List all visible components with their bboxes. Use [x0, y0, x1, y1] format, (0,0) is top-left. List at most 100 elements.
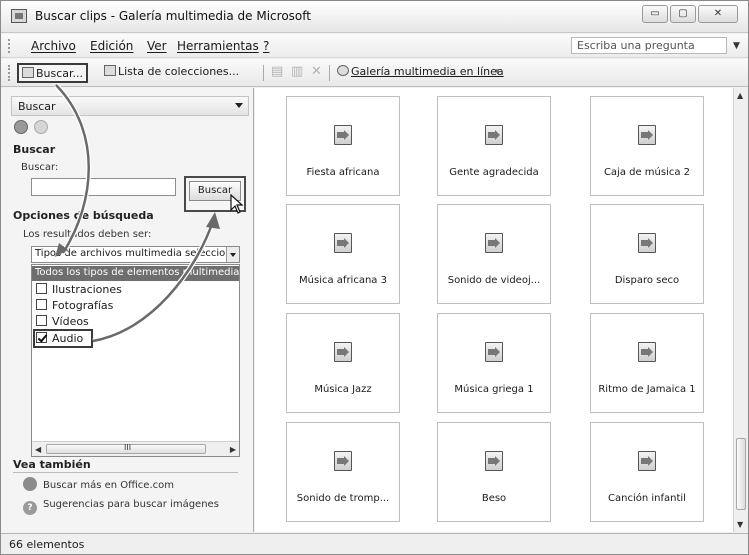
results-select[interactable]: Tipos de archivos multimedia seleccionad…: [31, 246, 240, 263]
sound-clip-icon: [334, 451, 352, 471]
videos-label: Vídeos: [52, 315, 89, 328]
ask-question-input[interactable]: Escriba una pregunta: [571, 37, 727, 54]
section-vea-title: Vea también: [13, 458, 91, 471]
status-text: 66 elementos: [9, 538, 85, 551]
chevron-down-icon[interactable]: [235, 103, 243, 108]
search-input[interactable]: [31, 178, 176, 196]
clip-tile[interactable]: Canción infantil: [590, 422, 704, 522]
buscar-toolbar-label: Buscar...: [36, 67, 84, 80]
toolbar-grip[interactable]: [8, 65, 11, 81]
menu-herramientas[interactable]: Herramientas: [177, 39, 259, 53]
clip-caption: Canción infantil: [608, 493, 686, 504]
menu-archivo[interactable]: Archivo: [31, 39, 76, 53]
sound-clip-icon: [485, 342, 503, 362]
clip-tile[interactable]: Ritmo de Jamaica 1: [590, 313, 704, 413]
clip-tile[interactable]: Disparo seco: [590, 204, 704, 304]
clip-tile[interactable]: Fiesta africana: [286, 96, 400, 196]
checkbox-ilustraciones[interactable]: [36, 283, 47, 294]
scroll-down-icon[interactable]: ▼: [737, 520, 743, 529]
help-icon: ?: [23, 501, 37, 515]
clip-tile[interactable]: Gente agradecida: [437, 96, 551, 196]
status-bar: 66 elementos: [1, 533, 748, 554]
audio-highlight: [33, 329, 93, 348]
buscar-toolbar-button[interactable]: Buscar...: [17, 63, 89, 83]
sound-clip-icon: [638, 233, 656, 253]
close-button[interactable]: ✕: [698, 5, 738, 23]
clip-caption: Música Jazz: [314, 384, 372, 395]
sound-clip-icon: [638, 451, 656, 471]
section-divider: [13, 472, 238, 473]
media-type-list: Todos los tipos de elementos multimedia …: [31, 264, 240, 457]
paste-icon: ▥: [291, 64, 304, 79]
toolbar: Buscar... Lista de colecciones... ▤ ▥ ✕ …: [1, 59, 748, 87]
clip-caption: Música africana 3: [299, 275, 387, 286]
menu-grip[interactable]: [8, 39, 11, 53]
tips-link[interactable]: ? Sugerencias para buscar imágenes: [23, 499, 219, 515]
menu-ver[interactable]: Ver: [147, 39, 167, 53]
results-label: Los resultados deben ser:: [23, 229, 152, 240]
sound-clip-icon: [638, 342, 656, 362]
list-item-videos[interactable]: Vídeos: [36, 315, 89, 328]
sound-clip-icon: [485, 233, 503, 253]
sound-clip-icon: [638, 125, 656, 145]
checkbox-fotografias[interactable]: [36, 299, 47, 310]
clip-tile[interactable]: Música griega 1: [437, 313, 551, 413]
office-link[interactable]: Buscar más en Office.com: [23, 477, 174, 491]
toolbar-separator: [329, 65, 330, 81]
clip-caption: Fiesta africana: [306, 167, 380, 178]
scroll-up-icon[interactable]: ▲: [737, 91, 743, 100]
search-icon: [22, 67, 34, 78]
buscar-field-label: Buscar:: [21, 162, 59, 173]
forward-icon[interactable]: [34, 120, 48, 134]
vertical-scroll-thumb[interactable]: [736, 438, 746, 510]
collections-toolbar-button[interactable]: Lista de colecciones...: [101, 63, 242, 83]
main-window: Buscar clips - Galería multimedia de Mic…: [0, 0, 749, 555]
clip-gallery: Fiesta africana Gente agradecida Caja de…: [255, 88, 748, 532]
clip-tile[interactable]: Música africana 3: [286, 204, 400, 304]
search-task-pane: Buscar Buscar Buscar: Buscar Opciones de…: [1, 88, 254, 532]
sound-clip-icon: [485, 451, 503, 471]
pane-header[interactable]: Buscar: [11, 96, 249, 116]
clip-tile[interactable]: Sonido de videoj...: [437, 204, 551, 304]
scroll-right-icon[interactable]: ▶: [230, 445, 236, 454]
title-bar: Buscar clips - Galería multimedia de Mic…: [1, 1, 748, 33]
toolbar-separator: [263, 65, 264, 81]
list-item-fotografias[interactable]: Fotografías: [36, 299, 113, 312]
list-item-all-types[interactable]: Todos los tipos de elementos multimedia: [32, 266, 239, 281]
ask-dropdown-icon[interactable]: ▼: [733, 41, 740, 51]
sound-clip-icon: [334, 342, 352, 362]
horizontal-scrollbar[interactable]: ◀ III ▶: [32, 441, 239, 456]
menu-ayuda[interactable]: ?: [263, 39, 269, 53]
clip-caption: Sonido de videoj...: [447, 275, 541, 286]
scroll-left-icon[interactable]: ◀: [35, 445, 41, 454]
checkbox-videos[interactable]: [36, 315, 47, 326]
sound-clip-icon: [334, 125, 352, 145]
office-link-label: Buscar más en Office.com: [43, 480, 174, 491]
select-dropdown-icon[interactable]: [226, 247, 239, 262]
back-icon[interactable]: [14, 120, 28, 134]
window-controls: ▭ ▢ ✕: [642, 5, 738, 23]
collections-icon: [104, 65, 116, 76]
menu-edicion[interactable]: Edición: [90, 39, 133, 53]
web-gallery-button[interactable]: Galería multimedia en línea: [334, 63, 507, 83]
clip-tile[interactable]: Música Jazz: [286, 313, 400, 413]
minimize-button[interactable]: ▭: [642, 5, 668, 23]
list-item-ilustraciones[interactable]: Ilustraciones: [36, 283, 122, 296]
results-select-value: Tipos de archivos multimedia seleccionad…: [35, 248, 240, 259]
pane-header-label: Buscar: [18, 100, 56, 113]
clip-tile[interactable]: Sonido de tromp...: [286, 422, 400, 522]
web-gallery-label: Galería multimedia en línea: [351, 65, 504, 78]
menu-bar: Archivo Edición Ver Herramientas ? Escri…: [1, 34, 748, 58]
clip-caption: Música griega 1: [454, 384, 534, 395]
vertical-scrollbar[interactable]: ▲ ▼: [733, 88, 748, 532]
maximize-button[interactable]: ▢: [670, 5, 696, 23]
clip-tile[interactable]: Caja de música 2: [590, 96, 704, 196]
toolbar-options-icon[interactable]: ▾: [495, 65, 509, 79]
office-link-icon: [23, 477, 37, 491]
app-icon: [11, 9, 27, 23]
window-title: Buscar clips - Galería multimedia de Mic…: [35, 9, 311, 23]
clip-tile[interactable]: Beso: [437, 422, 551, 522]
section-buscar-title: Buscar: [13, 143, 56, 156]
web-gallery-icon: [337, 65, 349, 76]
sound-clip-icon: [334, 233, 352, 253]
